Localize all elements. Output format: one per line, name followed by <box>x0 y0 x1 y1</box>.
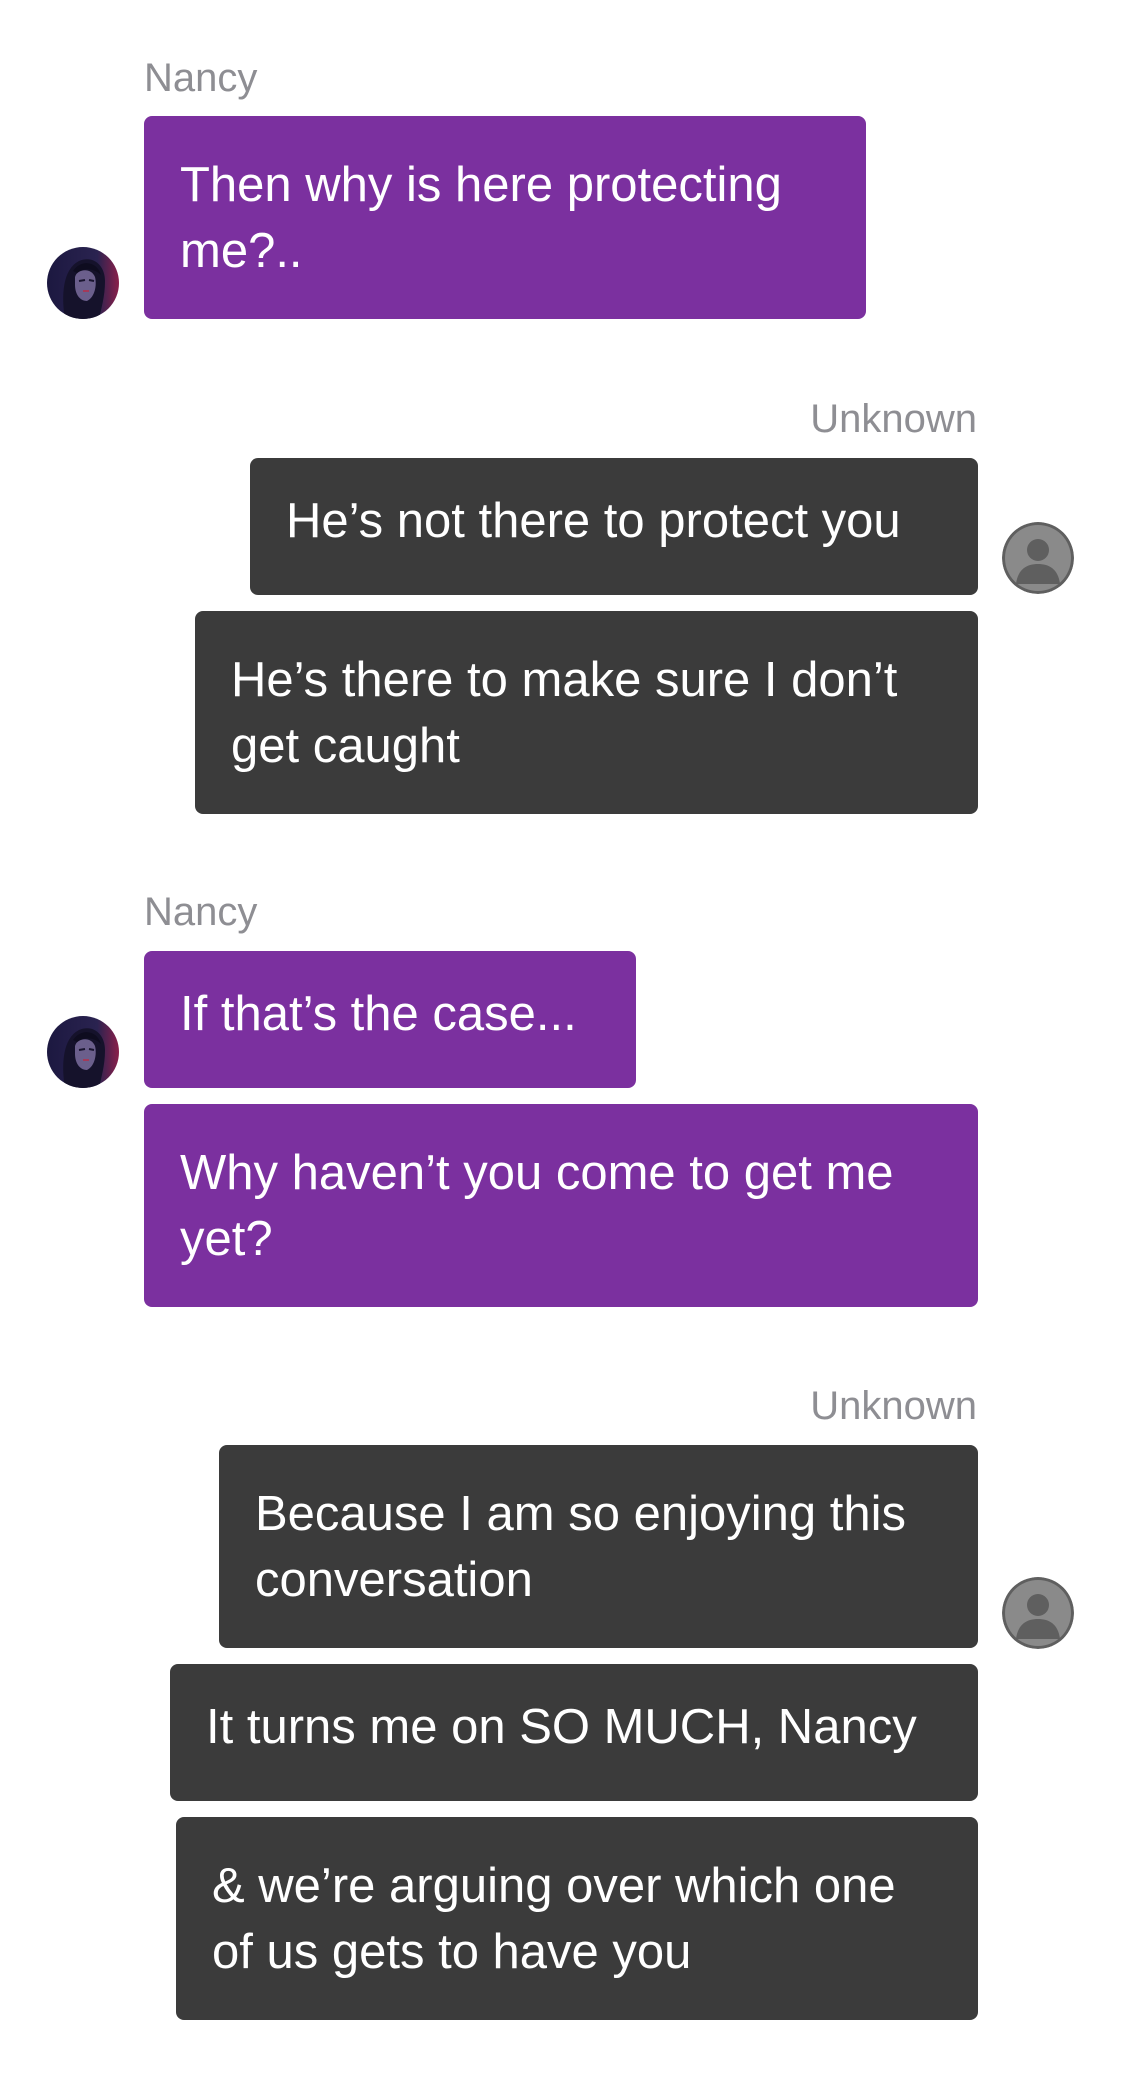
message-bubble-nancy[interactable]: Why haven’t you come to get me yet? <box>144 1104 978 1307</box>
message-bubble-unknown[interactable]: & we’re arguing over which one of us get… <box>176 1817 978 2020</box>
nancy-avatar[interactable] <box>47 247 119 319</box>
sender-name-unknown: Unknown <box>810 1384 977 1428</box>
unknown-avatar[interactable] <box>1002 522 1074 594</box>
message-bubble-unknown[interactable]: He’s there to make sure I don’t get caug… <box>195 611 978 814</box>
nancy-portrait-icon <box>47 247 119 319</box>
sender-name-nancy: Nancy <box>144 56 258 100</box>
message-bubble-unknown[interactable]: It turns me on SO MUCH, Nancy <box>170 1664 978 1801</box>
message-bubble-unknown[interactable]: He’s not there to protect you <box>250 458 978 595</box>
nancy-portrait-icon <box>47 1016 119 1088</box>
default-user-silhouette-icon <box>1002 1577 1074 1649</box>
nancy-avatar[interactable] <box>47 1016 119 1088</box>
message-bubble-nancy[interactable]: If that’s the case... <box>144 951 636 1088</box>
default-user-silhouette-icon <box>1002 522 1074 594</box>
unknown-avatar[interactable] <box>1002 1577 1074 1649</box>
message-bubble-nancy[interactable]: Then why is here protecting me?.. <box>144 116 866 319</box>
sender-name-unknown: Unknown <box>810 397 977 441</box>
message-bubble-unknown[interactable]: Because I am so enjoying this conversati… <box>219 1445 978 1648</box>
sender-name-nancy: Nancy <box>144 890 258 934</box>
